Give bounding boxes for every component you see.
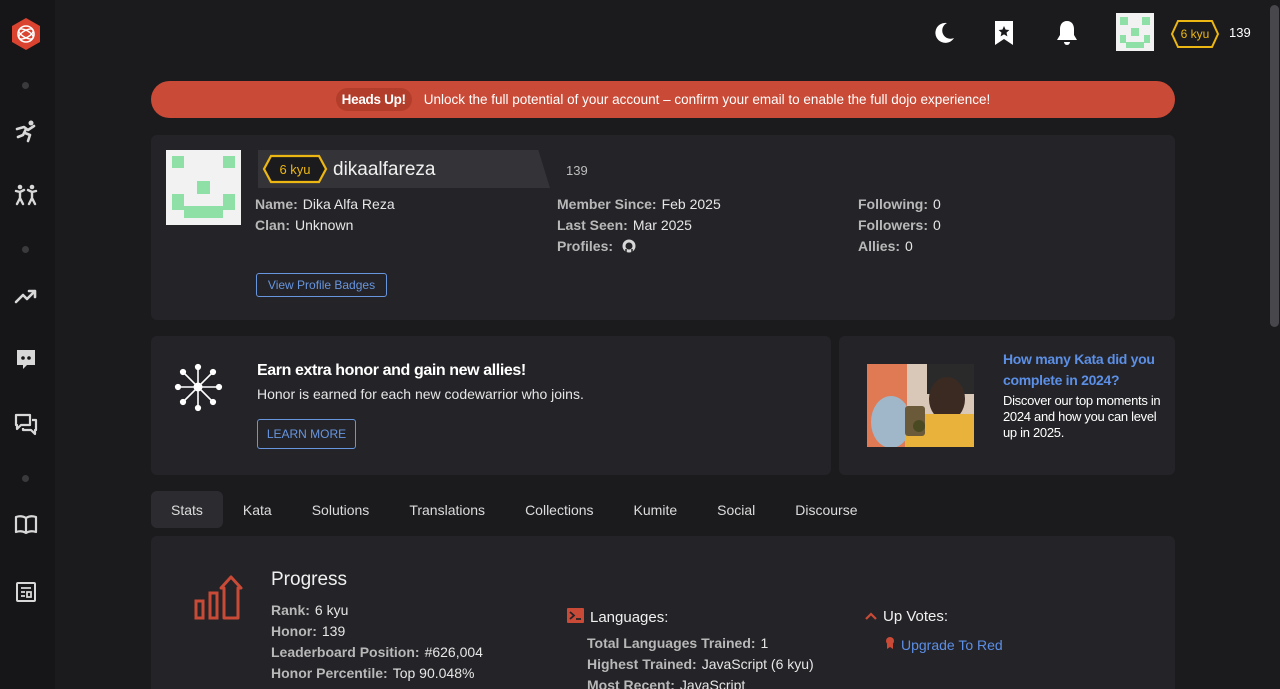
rank-text: 6 kyu (1180, 27, 1210, 41)
upvotes-heading: Up Votes: (865, 608, 948, 625)
stat-row: Followers: 0 (858, 217, 941, 233)
tab-discourse[interactable]: Discourse (775, 491, 877, 528)
github-icon[interactable] (622, 238, 636, 259)
scrollbar[interactable] (1270, 5, 1279, 327)
sidebar-divider (22, 475, 29, 482)
stat-row: Clan: Unknown (255, 217, 354, 233)
leaderboard-icon[interactable] (14, 284, 38, 308)
user-avatar[interactable] (1116, 13, 1154, 51)
tab-collections[interactable]: Collections (505, 491, 613, 528)
progress-chart-icon (193, 574, 245, 622)
profile-avatar (166, 150, 241, 225)
banner-message[interactable]: Unlock the full potential of your accoun… (424, 92, 991, 107)
stat-row: Leaderboard Position: #626,004 (271, 644, 483, 660)
stat-row: Most Recent: JavaScript (587, 677, 746, 689)
progress-card: Progress Rank: 6 kyu Honor: 139 Leaderboar… (151, 536, 1175, 689)
blog-icon[interactable] (14, 580, 38, 604)
year-review-text: Discover our top moments in 2024 and how… (1003, 393, 1161, 440)
referral-promo-card: Earn extra honor and gain new allies! Ho… (151, 336, 831, 475)
profile-info-col-3: Following: 0 Followers: 0 Allies: 0 (858, 194, 941, 257)
year-review-title[interactable]: How many Kata did you complete in 2024? (1003, 349, 1163, 391)
stat-row: Honor: 139 (271, 623, 346, 639)
profile-info-col-2: Member Since: Feb 2025 Last Seen: Mar 2025… (557, 194, 721, 259)
profile-card: 6 kyu dikaalfareza 139 Name: Dika Alfa Re… (151, 135, 1175, 320)
learn-more-button[interactable]: LEARN MORE (257, 419, 356, 449)
tab-stats[interactable]: Stats (151, 491, 223, 528)
kumite-icon[interactable] (14, 183, 38, 207)
stat-row: Allies: 0 (858, 238, 913, 254)
sidebar-divider (22, 246, 29, 253)
notifications-icon[interactable] (1055, 20, 1079, 46)
year-review-card[interactable]: How many Kata did you complete in 2024? … (839, 336, 1175, 475)
sidebar-divider (22, 82, 29, 89)
stat-row: Total Languages Trained: 1 (587, 635, 769, 651)
upgrade-to-red-link[interactable]: Upgrade To Red (901, 637, 1003, 653)
codewars-logo[interactable] (9, 17, 43, 51)
bookmark-icon[interactable] (992, 20, 1016, 46)
tab-solutions[interactable]: Solutions (292, 491, 390, 528)
email-confirm-banner: Heads Up! Unlock the full potential of y… (151, 81, 1175, 118)
username: dikaalfareza (333, 159, 436, 180)
tab-social[interactable]: Social (697, 491, 775, 528)
languages-heading: Languages: (567, 608, 668, 627)
stat-row: Honor Percentile: Top 90.048% (271, 665, 475, 681)
stat-row: Highest Trained: JavaScript (6 kyu) (587, 656, 814, 672)
profile-rank-text: 6 kyu (279, 161, 311, 177)
promo-subtitle: Honor is earned for each new codewarrior… (257, 386, 584, 402)
sidebar (0, 0, 55, 689)
stat-row: Following: 0 (858, 196, 941, 212)
chevron-up-icon (865, 608, 877, 625)
honor-count: 139 (1229, 25, 1251, 40)
profile-honor: 139 (566, 163, 588, 178)
award-icon (885, 636, 895, 653)
stat-row: Rank: 6 kyu (271, 602, 349, 618)
discussions-icon[interactable] (14, 412, 38, 436)
banner-tag: Heads Up! (335, 88, 412, 111)
tab-translations[interactable]: Translations (389, 491, 505, 528)
promo-title: Earn extra honor and gain new allies! (257, 362, 526, 379)
tab-kata[interactable]: Kata (223, 491, 292, 528)
tab-kumite[interactable]: Kumite (614, 491, 698, 528)
profile-tabs: Stats Kata Solutions Translations Collec… (151, 491, 878, 528)
progress-title: Progress (271, 569, 348, 590)
rank-badge: 6 kyu (1170, 19, 1220, 49)
year-review-image (867, 364, 974, 447)
view-profile-badges-button[interactable]: View Profile Badges (256, 273, 387, 297)
profile-rank-badge: 6 kyu (262, 154, 328, 184)
stat-row: Member Since: Feb 2025 (557, 196, 721, 212)
terminal-icon (567, 608, 584, 627)
upgrade-link-row: Upgrade To Red (885, 636, 1003, 653)
stat-row: Profiles: (557, 236, 721, 259)
profile-info-col-1: Name: Dika Alfa Reza Clan: Unknown (255, 194, 395, 236)
languages-stats: Total Languages Trained: 1 Highest Traine… (587, 633, 814, 689)
network-icon (173, 362, 223, 412)
discord-icon[interactable] (14, 347, 38, 371)
training-icon[interactable] (14, 119, 38, 143)
theme-toggle-icon[interactable] (932, 20, 956, 46)
stat-row: Last Seen: Mar 2025 (557, 217, 692, 233)
docs-icon[interactable] (14, 512, 38, 536)
stat-row: Name: Dika Alfa Reza (255, 196, 395, 212)
progress-stats: Rank: 6 kyu Honor: 139 Leaderboard Positio… (271, 600, 483, 684)
